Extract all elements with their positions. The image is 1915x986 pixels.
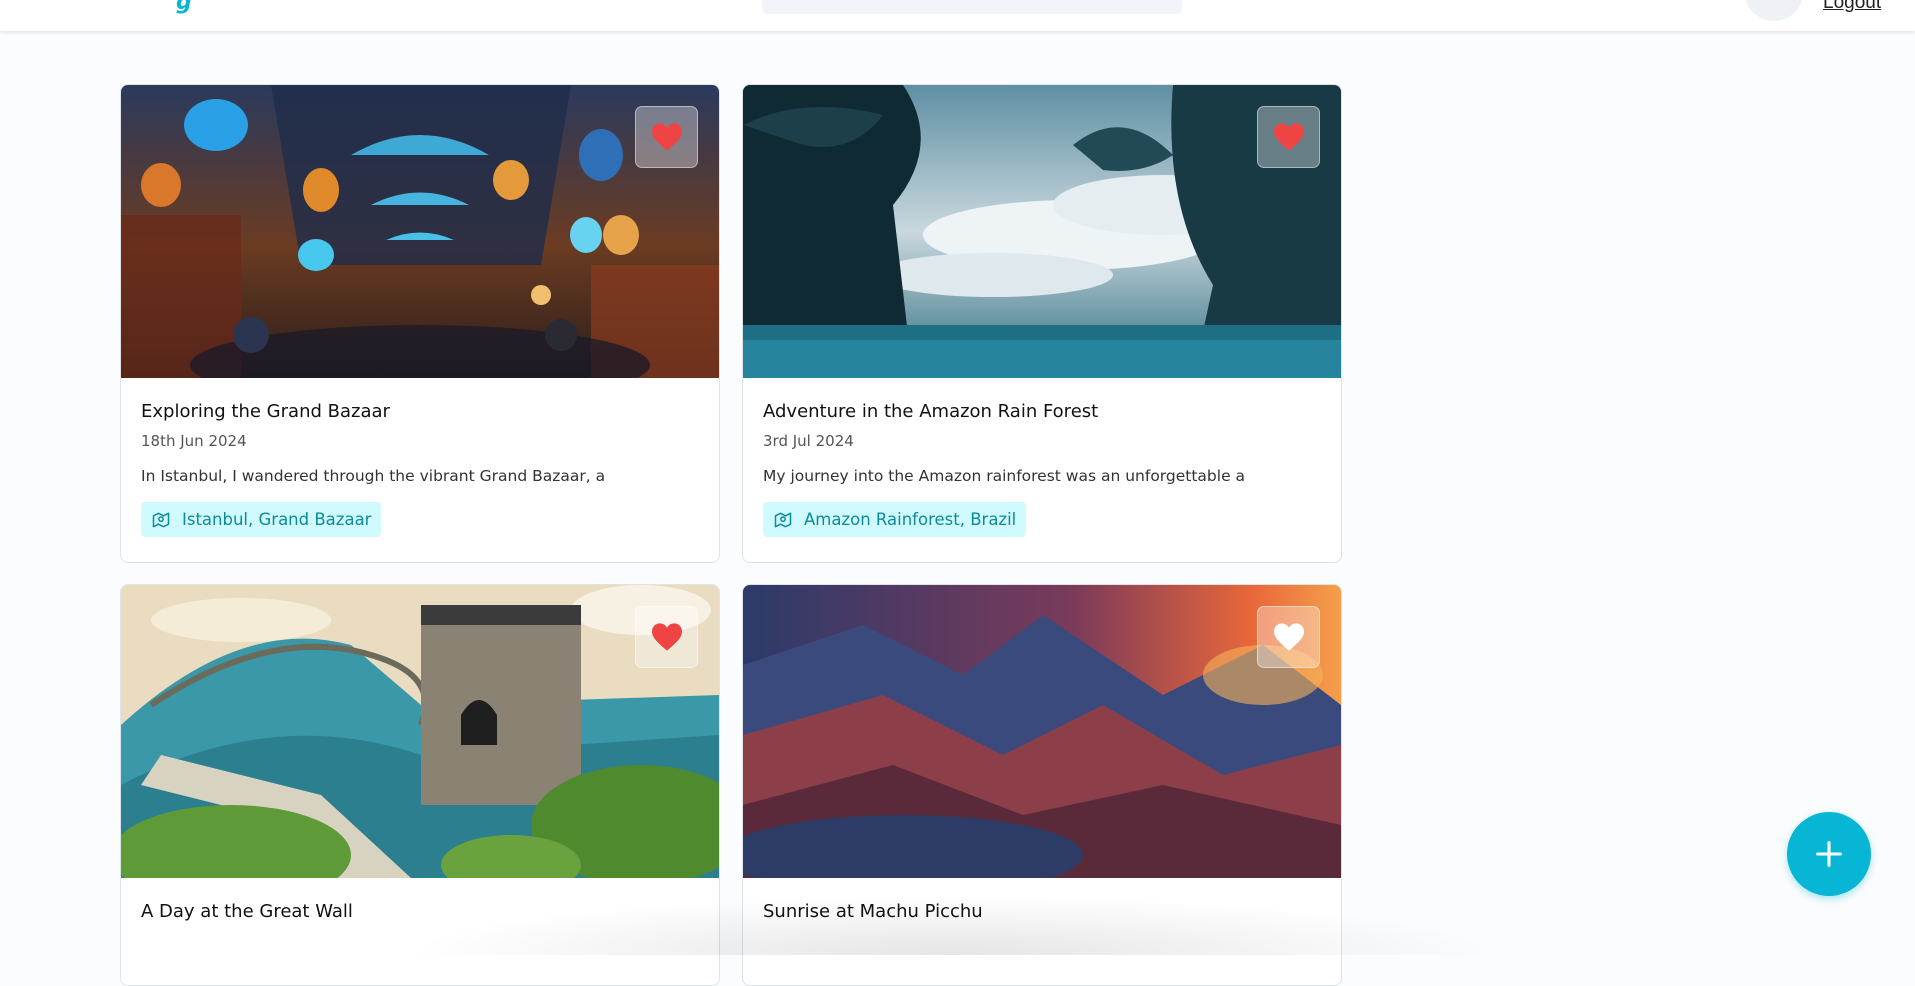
favorite-button[interactable] [1257,606,1320,668]
story-title: Adventure in the Amazon Rain Forest [763,401,1099,422]
story-excerpt: In Istanbul, I wandered through the vibr… [141,467,606,485]
bazaar-image [121,85,719,378]
location-label: Istanbul, Grand Bazaar [182,510,372,529]
favorite-button[interactable] [1257,106,1320,168]
heart-icon [651,623,682,651]
story-title: Exploring the Grand Bazaar [141,401,390,422]
story-card-body: A Day at the Great Wall [121,878,719,924]
story-card-body: Exploring the Grand Bazaar 18th Jun 2024… [121,378,719,537]
app-logo[interactable]: g [176,0,192,15]
story-card[interactable]: A Day at the Great Wall [120,584,720,986]
top-navbar: g Logout [0,0,1915,31]
story-card-body: Adventure in the Amazon Rain Forest 3rd … [743,378,1341,537]
story-card-body: Sunrise at Machu Picchu [743,878,1341,924]
location-tag[interactable]: Istanbul, Grand Bazaar [141,502,382,537]
avatar[interactable] [1745,0,1803,21]
story-image [743,585,1341,878]
location-label: Amazon Rainforest, Brazil [804,510,1017,529]
story-card[interactable]: Adventure in the Amazon Rain Forest 3rd … [742,84,1342,563]
search-input[interactable] [762,0,1182,14]
story-title: A Day at the Great Wall [141,901,353,922]
plus-icon [1816,841,1842,867]
machu-picchu-image [743,585,1341,878]
rainforest-image [743,85,1341,378]
story-card[interactable]: Sunrise at Machu Picchu [742,584,1342,986]
story-image [743,85,1341,378]
heart-icon [1273,623,1304,651]
story-date: 3rd Jul 2024 [763,432,854,450]
heart-icon [651,123,682,151]
story-excerpt: My journey into the Amazon rainforest wa… [763,467,1246,485]
map-icon [151,510,171,530]
location-tag[interactable]: Amazon Rainforest, Brazil [763,502,1027,537]
map-icon [773,510,793,530]
story-title: Sunrise at Machu Picchu [763,901,983,922]
great-wall-image [121,585,719,878]
story-image [121,85,719,378]
favorite-button[interactable] [635,106,698,168]
story-card[interactable]: Exploring the Grand Bazaar 18th Jun 2024… [120,84,720,563]
heart-icon [1273,123,1304,151]
favorite-button[interactable] [635,606,698,668]
add-story-button[interactable] [1787,812,1871,896]
story-date: 18th Jun 2024 [141,432,247,450]
story-image [121,585,719,878]
logout-button[interactable]: Logout [1823,0,1881,14]
